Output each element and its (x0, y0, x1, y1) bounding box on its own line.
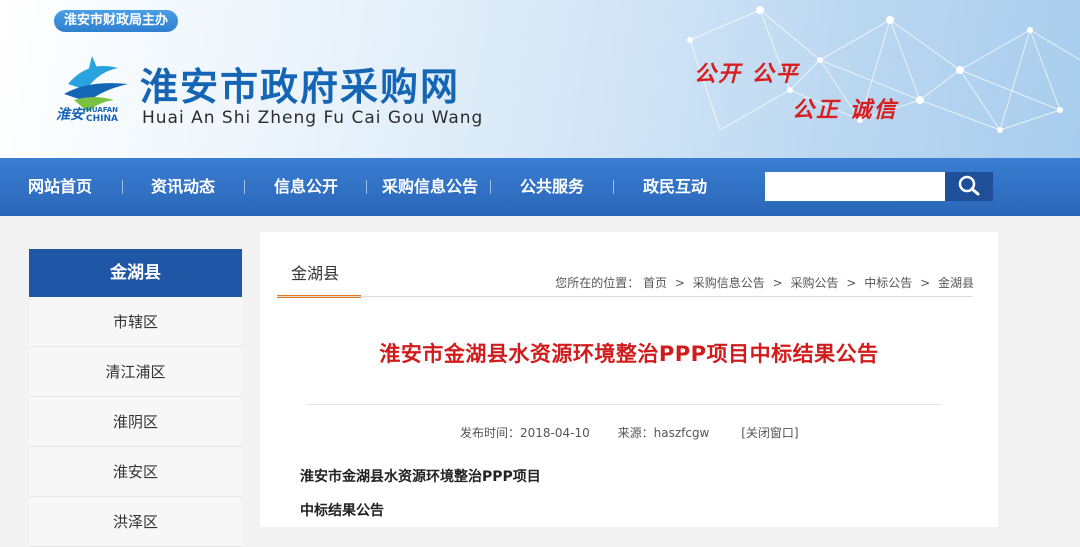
site-title: 淮安市政府采购网 (140, 64, 461, 109)
breadcrumb-jinhu[interactable]: 金湖县 (938, 274, 974, 291)
host-badge: 淮安市财政局主办 (54, 10, 179, 32)
logo-sub-text: HUAFAN (86, 106, 118, 114)
network-decoration (687, 6, 1080, 133)
body-paragraph: 中标结果公告 (300, 503, 384, 519)
sidebar-item-hongze[interactable]: 洪泽区 (29, 497, 242, 547)
sidebar-heading: 金湖县 (29, 249, 242, 297)
district-sidebar: 金湖县 市辖区 清江浦区 淮阴区 淮安区 洪泽区 (29, 249, 242, 547)
source-label: 来源： (617, 426, 654, 440)
nav-divider (366, 180, 367, 194)
article-title: 淮安市金湖县水资源环境整治PPP项目中标结果公告 (379, 342, 879, 366)
nav-item-procurement[interactable]: 采购信息公告 (382, 158, 478, 216)
breadcrumb-separator: > (674, 276, 685, 290)
breadcrumb-separator: > (920, 276, 931, 290)
breadcrumb-purchase-notice[interactable]: 采购公告 (791, 274, 839, 291)
close-window-link[interactable]: [关闭窗口] (741, 424, 798, 441)
breadcrumb-separator: > (772, 276, 783, 290)
site-title-pinyin: Huai An Shi Zheng Fu Cai Gou Wang (142, 108, 484, 128)
nav-item-home[interactable]: 网站首页 (28, 158, 92, 216)
search-button[interactable] (945, 172, 993, 201)
body-paragraph: 淮安市金湖县水资源环境整治PPP项目 (300, 469, 541, 485)
breadcrumb: 您所在的位置： 首页 > 采购信息公告 > 采购公告 > 中标公告 > 金湖县 (555, 274, 974, 291)
slogan-line: 公正 诚信 (792, 98, 898, 123)
nav-divider (122, 180, 123, 194)
nav-item-disclosure[interactable]: 信息公开 (274, 158, 338, 216)
breadcrumb-procurement-notice[interactable]: 采购信息公告 (693, 274, 765, 291)
breadcrumb-award-notice[interactable]: 中标公告 (864, 274, 912, 291)
nav-item-interaction[interactable]: 政民互动 (643, 158, 707, 216)
site-banner: 淮安市财政局主办 淮安 HUAFAN CHINA 淮安市政府采购网 Huai A… (0, 0, 1080, 158)
nav-item-public-service[interactable]: 公共服务 (520, 158, 584, 216)
nav-divider (490, 180, 491, 194)
breadcrumb-home[interactable]: 首页 (643, 274, 667, 291)
sidebar-item-qingjiangpu[interactable]: 清江浦区 (29, 347, 242, 397)
logo-sub-text: CHINA (86, 114, 118, 124)
title-divider (308, 404, 940, 405)
sidebar-item-huaiyin[interactable]: 淮阴区 (29, 397, 242, 447)
tab-underline (277, 296, 973, 297)
publish-date: 2018-04-10 (520, 426, 590, 440)
sidebar-item-shixiaqu[interactable]: 市辖区 (29, 297, 242, 347)
publish-label: 发布时间： (460, 426, 521, 440)
article-panel: 金湖县 您所在的位置： 首页 > 采购信息公告 > 采购公告 > 中标公告 > … (260, 232, 998, 527)
slogan-line: 公开 公平 (694, 62, 800, 87)
search-input[interactable] (765, 172, 945, 201)
sidebar-item-huaian[interactable]: 淮安区 (29, 447, 242, 497)
logo-script: 淮安 (56, 107, 84, 123)
section-tab: 金湖县 (277, 252, 361, 298)
nav-item-news[interactable]: 资讯动态 (151, 158, 215, 216)
article-meta: 发布时间：2018-04-10 来源：haszfcgw [关闭窗口] (460, 424, 799, 441)
source-value: haszfcgw (653, 426, 710, 440)
search-icon (958, 175, 980, 196)
breadcrumb-prefix: 您所在的位置： (555, 276, 640, 290)
breadcrumb-separator: > (846, 276, 857, 290)
nav-divider (613, 180, 614, 194)
nav-divider (244, 180, 245, 194)
